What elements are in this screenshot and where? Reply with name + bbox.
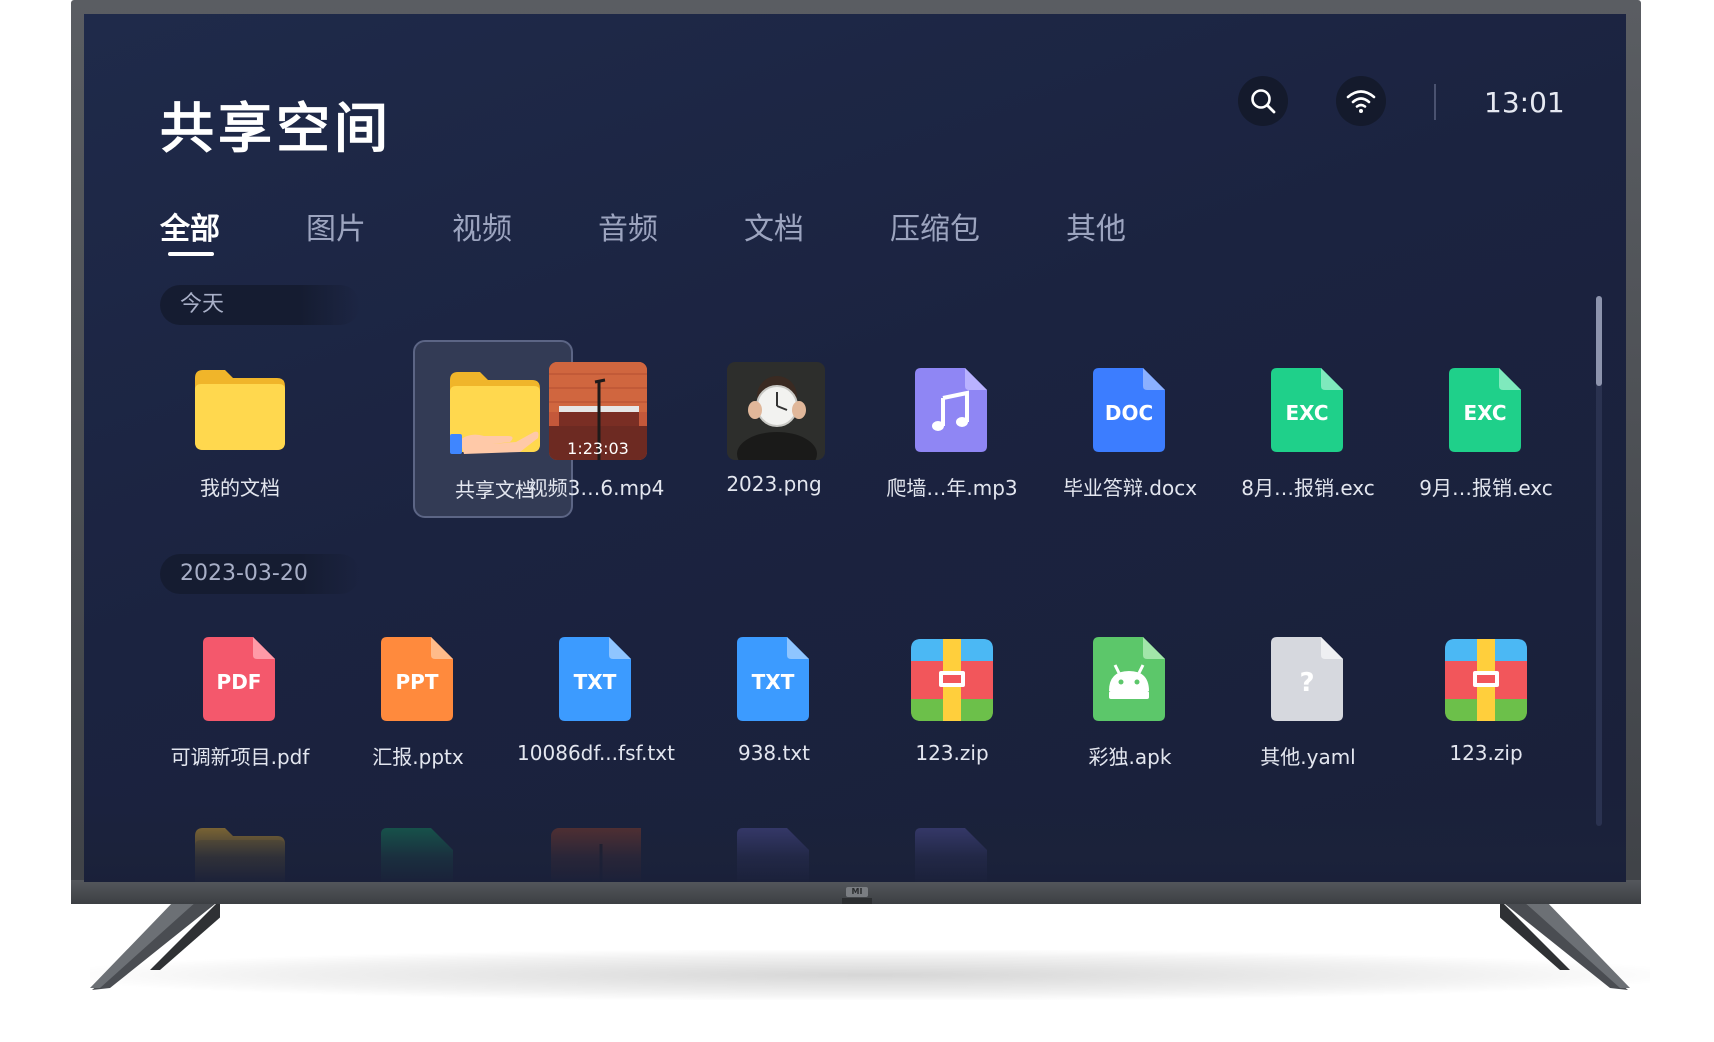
tab-images[interactable]: 图片	[306, 204, 366, 248]
header-divider	[1434, 84, 1436, 120]
file-name: 我的文档	[200, 476, 280, 500]
file-name: 2023.png	[726, 472, 822, 496]
file-item[interactable]: 1:23:03 视频3…6.mp4	[516, 340, 676, 518]
wifi-button[interactable]	[1336, 76, 1386, 126]
tv-stand-left-leg	[90, 900, 220, 990]
file-name: 123.zip	[1449, 741, 1523, 765]
tv-brand-logo: MI	[846, 887, 868, 897]
video-thumbnail: 1:23:03	[549, 362, 647, 460]
file-name: 938.txt	[737, 741, 811, 765]
tv-stand-right-leg	[1500, 900, 1630, 990]
image-thumbnail	[727, 362, 825, 460]
file-item[interactable]: EXC 9月…报销.exc	[1406, 340, 1566, 518]
file-item[interactable]: 我的文档	[160, 340, 320, 518]
pdf-file-icon: PDF	[203, 637, 275, 721]
file-name: 汇报.pptx	[372, 745, 464, 769]
apk-file-icon	[1093, 637, 1165, 721]
page-title: 共享空间	[160, 97, 392, 160]
tv-logo-tab	[842, 898, 872, 904]
file-name: 彩独.apk	[1088, 745, 1172, 769]
tab-other[interactable]: 其他	[1066, 204, 1126, 248]
file-item[interactable]: PPT 汇报.pptx	[338, 609, 498, 787]
search-button[interactable]	[1238, 76, 1288, 126]
file-item[interactable]: PDF 可调新项目.pdf	[160, 609, 320, 787]
file-name: 爬墙…年.mp3	[886, 476, 1018, 500]
file-name: 可调新项目.pdf	[170, 745, 310, 769]
svg-text:EXC: EXC	[1463, 401, 1506, 425]
section-label-date: 2023-03-20	[160, 554, 360, 594]
zip-file-icon	[1445, 639, 1527, 721]
file-item[interactable]: 2023.png	[694, 340, 854, 518]
doc-file-icon: DOC	[1093, 368, 1165, 452]
tab-active-indicator	[168, 252, 214, 256]
file-item[interactable]: TXT 938.txt	[694, 609, 854, 787]
file-name: 毕业答辩.docx	[1062, 476, 1198, 500]
file-item[interactable]: DOC 毕业答辩.docx	[1050, 340, 1210, 518]
exc-file-icon: EXC	[1271, 368, 1343, 452]
file-name: 其他.yaml	[1260, 745, 1356, 769]
svg-text:?: ?	[1299, 668, 1314, 698]
unknown-file-icon: ?	[1271, 637, 1343, 721]
file-item[interactable]: EXC 8月…报销.exc	[1228, 340, 1388, 518]
music-file-icon	[915, 368, 987, 452]
file-item[interactable]: 123.zip	[1406, 609, 1566, 787]
txt-file-icon: TXT	[737, 637, 809, 721]
file-item[interactable]: ? 其他.yaml	[1228, 609, 1388, 787]
exc-file-icon: EXC	[1449, 368, 1521, 452]
file-item[interactable]: 123.zip	[872, 609, 1032, 787]
tab-archives[interactable]: 压缩包	[890, 204, 980, 248]
video-duration: 1:23:03	[567, 439, 629, 458]
txt-file-icon: TXT	[559, 637, 631, 721]
wifi-icon	[1346, 90, 1376, 113]
tv-screen: 共享空间 13:01 全部 图片 视频 音频 文档 压缩包 其他 今天 我的文档…	[84, 14, 1626, 882]
clock: 13:01	[1484, 86, 1565, 119]
file-item[interactable]: 爬墙…年.mp3	[872, 340, 1032, 518]
folder-icon	[195, 370, 285, 450]
file-item[interactable]: 彩独.apk	[1050, 609, 1210, 787]
file-name: 8月…报销.exc	[1241, 476, 1375, 500]
ppt-file-icon: PPT	[381, 637, 453, 721]
file-name: 10086df...fsf.txt	[517, 741, 675, 765]
svg-text:TXT: TXT	[574, 670, 617, 694]
bottom-fade-overlay	[84, 794, 1626, 882]
search-icon	[1251, 89, 1276, 114]
tab-documents[interactable]: 文档	[744, 204, 804, 248]
section-label-today: 今天	[160, 285, 360, 325]
file-name: 123.zip	[915, 741, 989, 765]
file-item[interactable]: TXT 10086df...fsf.txt	[516, 609, 676, 787]
zip-file-icon	[911, 639, 993, 721]
svg-text:PPT: PPT	[396, 670, 439, 694]
file-name: 9月…报销.exc	[1419, 476, 1553, 500]
tab-audio[interactable]: 音频	[598, 204, 658, 248]
svg-text:EXC: EXC	[1285, 401, 1328, 425]
scrollbar-thumb[interactable]	[1596, 296, 1602, 386]
file-name: 视频3…6.mp4	[527, 476, 665, 500]
svg-text:TXT: TXT	[752, 670, 795, 694]
svg-text:PDF: PDF	[217, 670, 262, 694]
tv-floor-shadow	[90, 950, 1650, 1000]
tab-all[interactable]: 全部	[160, 204, 220, 248]
tab-videos[interactable]: 视频	[452, 204, 512, 248]
svg-text:DOC: DOC	[1105, 401, 1153, 425]
